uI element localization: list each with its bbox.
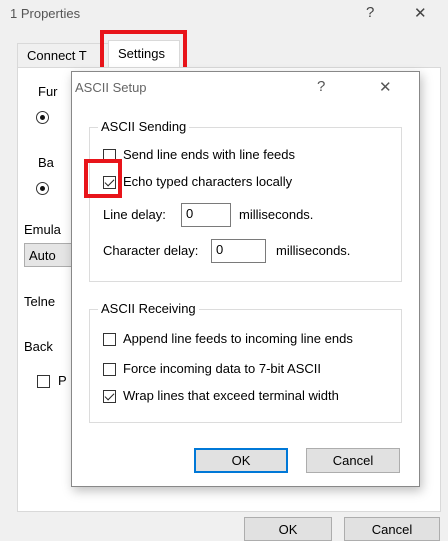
properties-title: 1 Properties [10, 6, 81, 21]
bg-checkbox-label: P [58, 373, 67, 388]
bg-label-telnet: Telne [24, 294, 56, 309]
ascii-ok-button[interactable]: OK [194, 448, 288, 473]
ascii-sending-label: ASCII Sending [98, 119, 190, 134]
char-delay-input[interactable]: 0 [211, 239, 266, 263]
char-delay-label: Character delay: [103, 243, 199, 258]
properties-cancel-button[interactable]: Cancel [344, 517, 440, 541]
ascii-cancel-button[interactable]: Cancel [306, 448, 400, 473]
wrap-lines-label: Wrap lines that exceed terminal width [123, 388, 339, 403]
wrap-lines-checkbox[interactable] [103, 390, 116, 403]
force-7bit-label: Force incoming data to 7-bit ASCII [123, 361, 321, 376]
ascii-close-icon[interactable]: ✕ [379, 78, 392, 96]
ascii-receiving-label: ASCII Receiving [98, 301, 199, 316]
bg-label-backspace: Ba [38, 155, 54, 170]
echo-label: Echo typed characters locally [123, 174, 293, 189]
close-icon[interactable]: ✕ [414, 4, 427, 22]
bg-label-backscroll: Back [24, 339, 53, 354]
bg-label-function: Fur [38, 84, 58, 99]
ascii-setup-dialog: ASCII Setup ? ✕ ASCII Sending Send line … [71, 71, 420, 487]
force-7bit-checkbox[interactable] [103, 363, 116, 376]
append-line-feeds-checkbox[interactable] [103, 333, 116, 346]
char-delay-unit: milliseconds. [276, 243, 351, 258]
ascii-dialog-title: ASCII Setup [75, 80, 147, 95]
properties-ok-button[interactable]: OK [244, 517, 332, 541]
ascii-help-icon[interactable]: ? [317, 78, 325, 95]
line-delay-input[interactable]: 0 [181, 203, 231, 227]
bg-radio-1[interactable] [36, 111, 49, 124]
bg-checkbox[interactable] [37, 375, 50, 388]
help-icon[interactable]: ? [366, 4, 374, 21]
append-line-feeds-label: Append line feeds to incoming line ends [123, 331, 353, 346]
line-delay-label: Line delay: [103, 207, 166, 222]
settings-highlight [100, 30, 187, 71]
tab-connect[interactable]: Connect T [17, 43, 113, 67]
echo-highlight [84, 159, 122, 198]
bg-radio-2[interactable] [36, 182, 49, 195]
bg-label-emulation: Emula [24, 222, 61, 237]
send-line-ends-label: Send line ends with line feeds [123, 147, 296, 162]
tab-connect-label: Connect T [27, 48, 87, 63]
line-delay-unit: milliseconds. [239, 207, 314, 222]
bg-emulation-value: Auto [29, 248, 56, 263]
